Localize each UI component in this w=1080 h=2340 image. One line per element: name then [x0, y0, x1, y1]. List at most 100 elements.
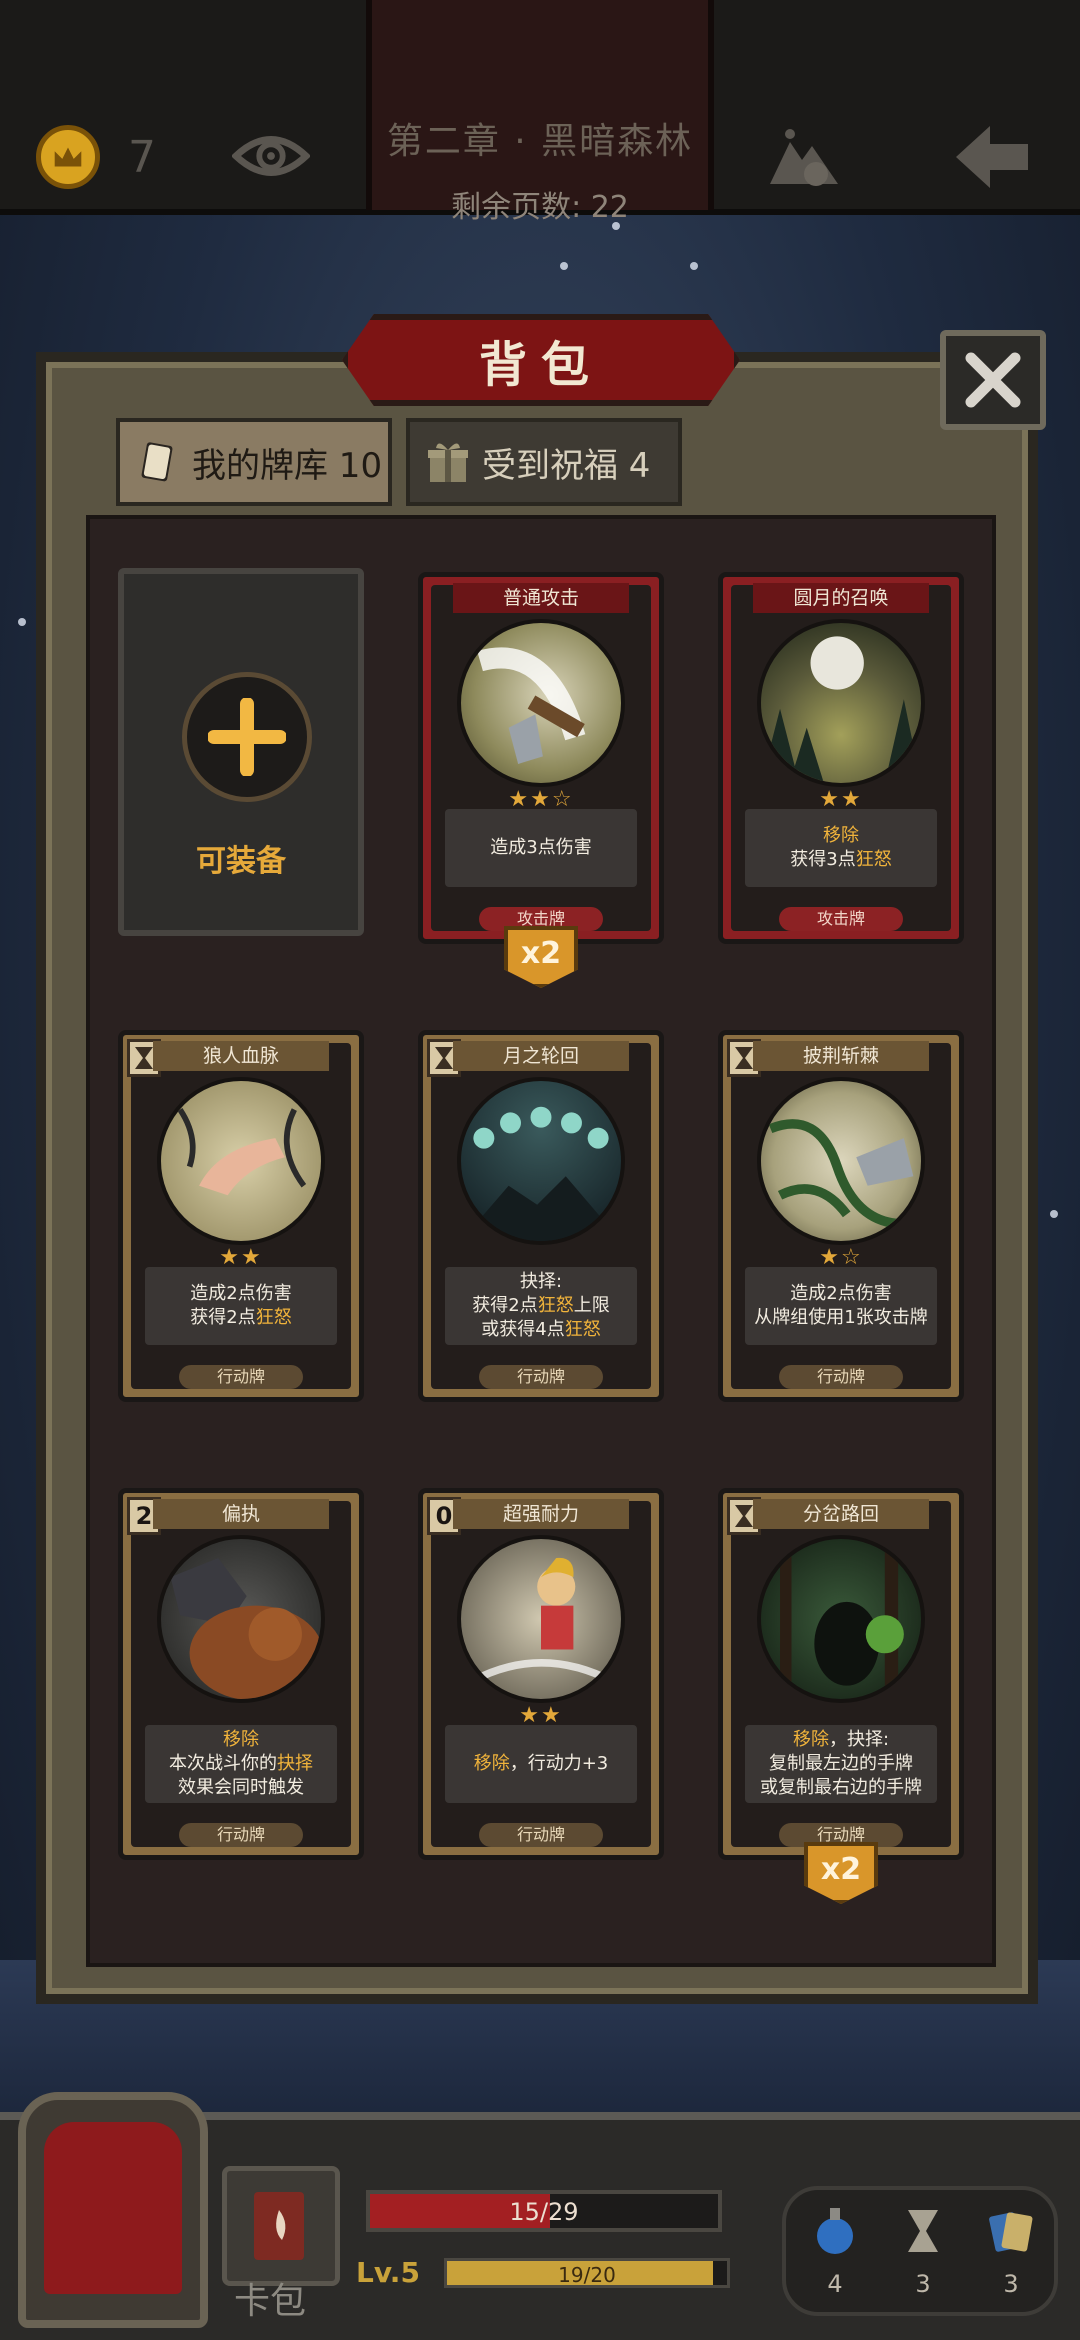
- card-type-label: 攻击牌: [779, 907, 903, 931]
- card-icon: [141, 442, 173, 482]
- desc-line: 移除: [223, 1729, 259, 1750]
- resource-count: 3: [1003, 2270, 1019, 2298]
- snowflake: [1050, 1210, 1058, 1218]
- resource-potion[interactable]: 4: [800, 2206, 870, 2298]
- card-art-moon-phases: [457, 1077, 625, 1245]
- card-pack-icon: [254, 2192, 304, 2260]
- crown-coin-icon: [36, 125, 100, 189]
- card-art-full-moon: [757, 619, 925, 787]
- card-description: 移除，抉择: 复制最左边的手牌 或复制最右边的手牌: [745, 1725, 937, 1803]
- card-normal-attack[interactable]: 普通攻击 ★★☆ 造成3点伤害 攻击牌: [418, 572, 664, 944]
- plus-icon: [182, 672, 312, 802]
- card-full-moon-call[interactable]: 圆月的召唤 ★★ 移除 获得3点狂怒 攻击牌: [718, 572, 964, 944]
- potion-icon: [817, 2208, 853, 2254]
- resource-count: 4: [827, 2270, 843, 2298]
- desc-line: 抉择:: [519, 1271, 563, 1292]
- snowflake: [560, 262, 568, 270]
- panel-title: 背包: [478, 337, 603, 393]
- close-button[interactable]: [940, 330, 1046, 430]
- snowflake: [690, 262, 698, 270]
- card-description: 造成3点伤害: [445, 809, 637, 887]
- card-type-label: 行动牌: [179, 1365, 303, 1389]
- desc-line: 从牌组使用1张攻击牌: [754, 1307, 928, 1328]
- desc-line: 移除，行动力+3: [473, 1753, 609, 1774]
- card-art-thorns: [757, 1077, 925, 1245]
- card-art-wolf-and-bear: [157, 1535, 325, 1703]
- card-type-label: 行动牌: [479, 1823, 603, 1847]
- top-bar: 7 第二章 · 黑暗森林 剩余页数: 22: [0, 0, 1080, 225]
- card-art-forest-werewolf: [757, 1535, 925, 1703]
- card-werewolf-blood[interactable]: 狼人血脉 ★★ 造成2点伤害 获得2点狂怒 行动牌: [118, 1030, 364, 1402]
- equip-slot-label: 可装备: [196, 844, 286, 879]
- xp-text: 19/20: [558, 2263, 616, 2287]
- werewolf-portrait-icon: [44, 2122, 182, 2294]
- card-description: 移除 获得3点狂怒: [745, 809, 937, 887]
- chapter-title: 第二章 · 黑暗森林: [386, 121, 694, 162]
- card-art-axe-slash: [457, 619, 625, 787]
- gift-icon: [428, 443, 468, 482]
- desc-line: 移除: [823, 825, 859, 846]
- card-name: 披荆斩棘: [753, 1041, 929, 1071]
- level-text: Lv.5: [356, 2256, 420, 2289]
- resource-count: 3: [915, 2270, 931, 2298]
- eye-icon[interactable]: [232, 128, 310, 184]
- card-art-boy-running: [457, 1535, 625, 1703]
- card-super-stamina[interactable]: 0 超强耐力 ★★ 移除，行动力+3 行动牌: [418, 1488, 664, 1860]
- resource-cards[interactable]: 3: [976, 2206, 1046, 2298]
- desc-line: 造成2点伤害: [790, 1283, 892, 1304]
- card-forked-path[interactable]: 分岔路回 移除，抉择: 复制最左边的手牌 或复制最右边的手牌 行动牌: [718, 1488, 964, 1860]
- card-name: 狼人血脉: [153, 1041, 329, 1071]
- desc-line: 或获得4点狂怒: [481, 1319, 601, 1340]
- card-moon-cycle[interactable]: 月之轮回 抉择: 获得2点狂怒上限 或获得4点狂怒 行动牌: [418, 1030, 664, 1402]
- back-arrow-icon[interactable]: [952, 122, 1032, 192]
- card-description: 移除，行动力+3: [445, 1725, 637, 1803]
- xp-bar: 19/20: [444, 2258, 730, 2288]
- card-pack-label: 卡包: [234, 2281, 307, 2322]
- card-name: 偏执: [153, 1499, 329, 1529]
- pages-left: 剩余页数: 22: [451, 190, 629, 225]
- card-cut-through-thorns[interactable]: 披荆斩棘 ★☆ 造成2点伤害 从牌组使用1张攻击牌 行动牌: [718, 1030, 964, 1402]
- mountain-pumpkin-icon[interactable]: [768, 124, 840, 190]
- card-description: 移除 本次战斗你的抉择 效果会同时触发: [145, 1725, 337, 1803]
- equip-slot[interactable]: 可装备: [118, 568, 364, 936]
- coin-count: 7: [128, 132, 156, 183]
- desc-line: 获得3点狂怒: [790, 849, 892, 870]
- desc-line: 获得2点狂怒: [190, 1307, 292, 1328]
- desc-line: 获得2点狂怒上限: [472, 1295, 610, 1316]
- hp-text: 15/29: [509, 2198, 579, 2226]
- card-type-label: 行动牌: [779, 1365, 903, 1389]
- desc-line: 造成3点伤害: [490, 837, 592, 858]
- desc-line: 效果会同时触发: [178, 1777, 304, 1798]
- card-name: 月之轮回: [453, 1041, 629, 1071]
- close-icon: [965, 352, 1021, 408]
- card-name: 分岔路回: [753, 1499, 929, 1529]
- resource-hourglass[interactable]: 3: [888, 2206, 958, 2298]
- cards-icon: [989, 2212, 1033, 2252]
- chapter-banner: 第二章 · 黑暗森林 剩余页数: 22: [366, 0, 714, 225]
- card-pack-button[interactable]: [222, 2166, 340, 2286]
- desc-line: 造成2点伤害: [190, 1283, 292, 1304]
- tab-my-deck-label: 我的牌库 10: [192, 445, 383, 486]
- tab-my-deck[interactable]: 我的牌库 10: [116, 418, 392, 506]
- card-name: 超强耐力: [453, 1499, 629, 1529]
- card-paranoia[interactable]: 2 偏执 移除 本次战斗你的抉择 效果会同时触发 行动牌: [118, 1488, 364, 1860]
- desc-line: 移除，抉择:: [792, 1729, 890, 1750]
- desc-line: 或复制最右边的手牌: [760, 1777, 922, 1798]
- snowflake: [18, 618, 26, 626]
- resource-panel: 4 3 3: [782, 2186, 1058, 2316]
- desc-line: 复制最左边的手牌: [769, 1753, 913, 1774]
- panel-title-plate: 背包: [342, 314, 740, 406]
- hero-portrait[interactable]: [18, 2092, 208, 2328]
- card-name: 普通攻击: [453, 583, 629, 613]
- card-art-clawed-hand: [157, 1077, 325, 1245]
- desc-line: 本次战斗你的抉择: [169, 1753, 313, 1774]
- card-description: 造成2点伤害 从牌组使用1张攻击牌: [745, 1267, 937, 1345]
- hourglass-icon: [908, 2210, 938, 2252]
- tab-blessings-label: 受到祝福 4: [482, 445, 651, 486]
- card-name: 圆月的召唤: [753, 583, 929, 613]
- card-type-label: 行动牌: [479, 1365, 603, 1389]
- card-type-label: 行动牌: [179, 1823, 303, 1847]
- card-description: 造成2点伤害 获得2点狂怒: [145, 1267, 337, 1345]
- tab-blessings[interactable]: 受到祝福 4: [406, 418, 682, 506]
- card-description: 抉择: 获得2点狂怒上限 或获得4点狂怒: [445, 1267, 637, 1345]
